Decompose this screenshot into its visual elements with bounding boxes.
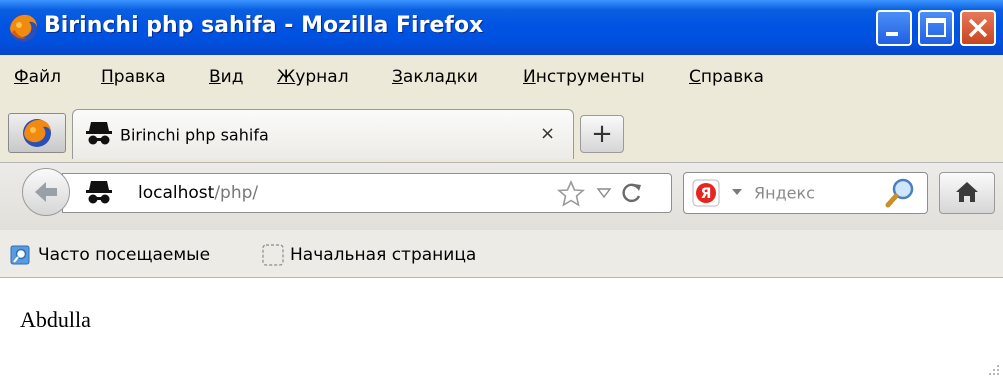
most-visited-icon <box>10 245 30 265</box>
back-button[interactable] <box>22 168 70 216</box>
firefox-logo-icon <box>23 119 51 147</box>
bookmark-star-icon[interactable] <box>556 180 586 208</box>
menu-view[interactable]: Вид <box>209 67 243 87</box>
yandex-engine-icon[interactable]: Я <box>692 179 720 207</box>
menu-bookmarks[interactable]: Закладки <box>392 67 478 87</box>
search-input[interactable]: Яндекс <box>754 184 815 203</box>
resize-grip-icon[interactable] <box>985 362 1001 378</box>
url-text[interactable]: localhost/php/ <box>138 183 258 203</box>
page-text: Abdulla <box>20 307 91 332</box>
menu-help[interactable]: Справка <box>689 67 764 87</box>
url-host: localhost <box>138 183 215 203</box>
menu-edit[interactable]: Правка <box>101 67 166 87</box>
url-path: /php/ <box>214 183 259 203</box>
home-icon <box>956 182 978 202</box>
firefox-window: Birinchi php sahifa - Mozilla Firefox Фа… <box>0 0 1003 385</box>
search-engine-dropdown-icon[interactable] <box>731 187 743 197</box>
firefox-logo-icon <box>9 14 37 42</box>
maximize-button[interactable] <box>918 10 954 46</box>
home-button[interactable] <box>939 172 995 214</box>
incognito-favicon-icon <box>86 122 112 145</box>
home-page-bookmark-icon <box>262 244 284 266</box>
firefox-app-menu-button[interactable] <box>8 113 66 153</box>
reload-icon[interactable] <box>620 181 644 205</box>
menu-history[interactable]: Журнал <box>277 67 349 87</box>
svg-text:Я: Я <box>701 186 712 202</box>
menu-tools[interactable]: Инструменты <box>523 67 645 87</box>
window-title: Birinchi php sahifa - Mozilla Firefox <box>44 13 484 38</box>
title-bar[interactable]: Birinchi php sahifa - Mozilla Firefox <box>0 0 1003 55</box>
minimize-button[interactable] <box>876 10 912 46</box>
page-content <box>0 278 1003 385</box>
tab-title: Birinchi php sahifa <box>120 125 269 145</box>
new-tab-button[interactable]: + <box>580 115 624 153</box>
maximize-icon <box>926 18 946 37</box>
minimize-icon <box>886 32 898 36</box>
tab-close-button[interactable]: × <box>540 123 555 144</box>
site-identity-icon[interactable] <box>86 178 112 206</box>
back-arrow-icon <box>35 182 57 202</box>
menu-file[interactable]: Файл <box>14 67 61 87</box>
history-dropdown-icon[interactable] <box>596 186 612 200</box>
bookmark-most-visited[interactable]: Часто посещаемые <box>38 245 210 265</box>
bookmark-home-page[interactable]: Начальная страница <box>290 245 476 265</box>
search-magnifier-icon[interactable] <box>884 177 916 209</box>
close-icon <box>968 18 988 38</box>
close-window-button[interactable] <box>960 10 996 46</box>
